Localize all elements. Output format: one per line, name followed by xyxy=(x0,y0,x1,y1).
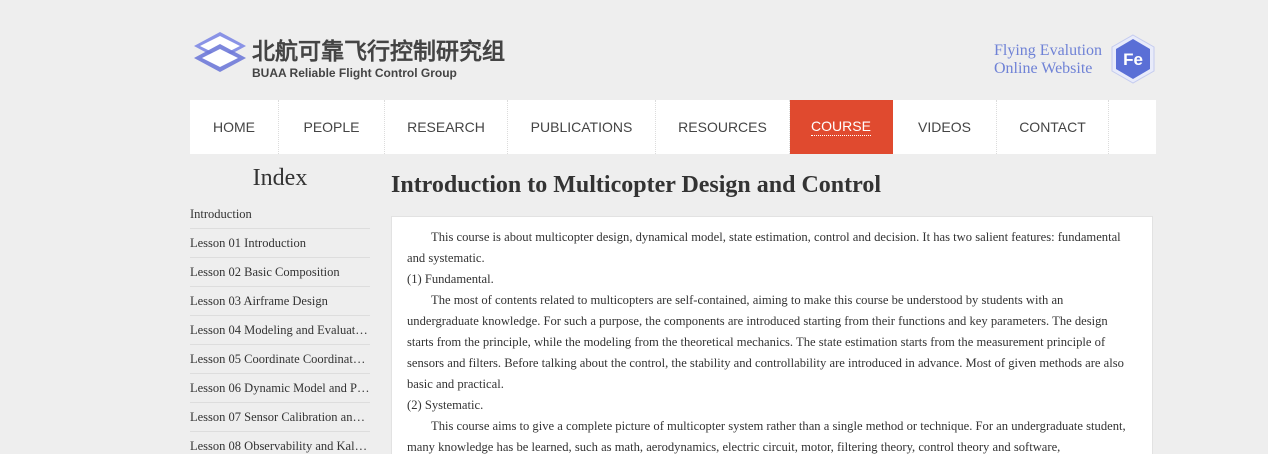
nav-item-publications[interactable]: PUBLICATIONS xyxy=(508,100,656,154)
course-description-panel: This course is about multicopter design,… xyxy=(391,216,1153,454)
sidebar-title: Index xyxy=(252,165,308,191)
main-nav: HOME PEOPLE RESEARCH PUBLICATIONS RESOUR… xyxy=(190,100,1156,154)
sidebar-item-lesson-04[interactable]: Lesson 04 Modeling and Evaluation of Pro… xyxy=(190,316,370,345)
site-logo[interactable]: 北航可靠飞行控制研究组 BUAA Reliable Flight Control… xyxy=(194,28,505,84)
sidebar-item-lesson-01[interactable]: Lesson 01 Introduction xyxy=(190,229,370,258)
sidebar-item-lesson-03[interactable]: Lesson 03 Airframe Design xyxy=(190,287,370,316)
nav-item-resources[interactable]: RESOURCES xyxy=(656,100,790,154)
nav-label: PUBLICATIONS xyxy=(530,119,633,135)
fe-badge-icon: Fe xyxy=(1111,34,1155,84)
fe-line-2: Online Website xyxy=(994,60,1093,77)
nav-label: CONTACT xyxy=(1019,119,1086,135)
lesson-index-sidebar: Index Introduction Lesson 01 Introductio… xyxy=(190,162,370,454)
nav-label: HOME xyxy=(213,119,255,135)
nav-label: COURSE xyxy=(811,118,871,136)
site-header: 北航可靠飞行控制研究组 BUAA Reliable Flight Control… xyxy=(190,22,1156,92)
logo-chinese-name: 北航可靠飞行控制研究组 xyxy=(252,39,505,65)
sidebar-item-lesson-08[interactable]: Lesson 08 Observability and Kalman Filte… xyxy=(190,432,370,454)
paragraph-systematic: This course aims to give a complete pict… xyxy=(407,419,1126,454)
logo-english-name: BUAA Reliable Flight Control Group xyxy=(252,66,457,80)
sidebar-item-lesson-02[interactable]: Lesson 02 Basic Composition xyxy=(190,258,370,287)
nav-label: VIDEOS xyxy=(918,119,971,135)
sidebar-item-introduction[interactable]: Introduction xyxy=(190,200,370,229)
flying-evaluation-text: Flying Evalution Online Website xyxy=(994,42,1102,78)
logo-mark-icon xyxy=(194,32,246,72)
nav-label: RESOURCES xyxy=(678,119,767,135)
heading-fundamental: (1) Fundamental. xyxy=(407,272,494,286)
sidebar-item-lesson-06[interactable]: Lesson 06 Dynamic Model and Parameter Me… xyxy=(190,374,370,403)
fe-line-1: Flying Evalution xyxy=(994,42,1102,59)
sidebar-item-lesson-05[interactable]: Lesson 05 Coordinate Coordinate System a… xyxy=(190,345,370,374)
paragraph-intro: This course is about multicopter design,… xyxy=(407,230,1121,265)
nav-item-contact[interactable]: CONTACT xyxy=(997,100,1109,154)
nav-item-videos[interactable]: VIDEOS xyxy=(893,100,997,154)
heading-systematic: (2) Systematic. xyxy=(407,398,484,412)
sidebar-item-lesson-07[interactable]: Lesson 07 Sensor Calibration and Measure… xyxy=(190,403,370,432)
page-title: Introduction to Multicopter Design and C… xyxy=(391,172,882,198)
nav-item-research[interactable]: RESEARCH xyxy=(385,100,508,154)
nav-label: PEOPLE xyxy=(303,119,360,135)
flying-evaluation-link[interactable]: Flying Evalution Online Website Fe xyxy=(986,34,1156,84)
nav-item-home[interactable]: HOME xyxy=(190,100,279,154)
nav-label: RESEARCH xyxy=(407,119,485,135)
fe-badge-label: Fe xyxy=(1123,50,1143,69)
nav-item-course[interactable]: COURSE xyxy=(790,100,893,154)
nav-item-people[interactable]: PEOPLE xyxy=(279,100,385,154)
paragraph-fundamental: The most of contents related to multicop… xyxy=(407,293,1124,391)
